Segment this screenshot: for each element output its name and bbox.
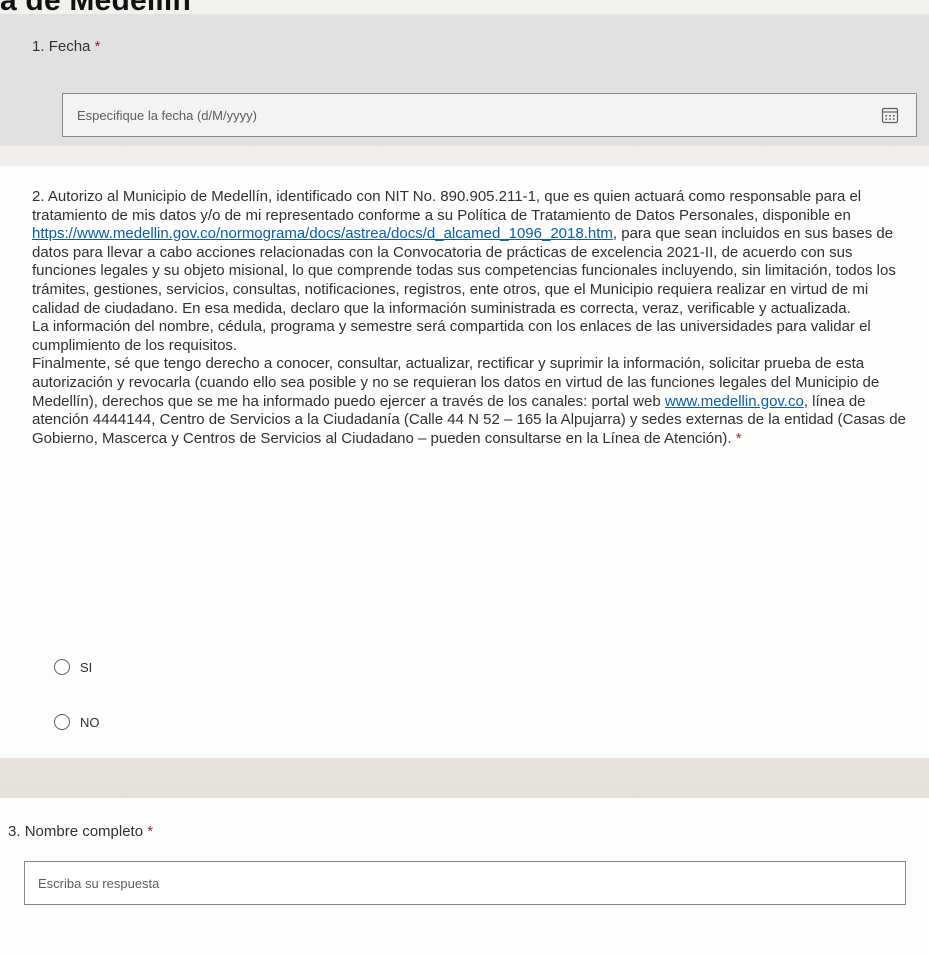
- required-marker: *: [735, 429, 742, 447]
- radio-button[interactable]: [54, 714, 70, 730]
- question-3-card: 3. Nombre completo * Escriba su respuest…: [0, 798, 929, 955]
- question-number: 1.: [32, 38, 45, 55]
- question-1-card: 1. Fecha * Especifique la fecha (d/M/yyy…: [0, 14, 929, 146]
- full-name-placeholder: Escriba su respuesta: [38, 876, 160, 891]
- radio-option-no[interactable]: NO: [54, 714, 100, 730]
- radio-label-si: SI: [80, 659, 93, 675]
- required-marker: *: [94, 38, 101, 55]
- full-name-input[interactable]: Escriba su respuesta: [24, 861, 906, 905]
- calendar-icon[interactable]: [881, 106, 899, 124]
- date-input[interactable]: Especifique la fecha (d/M/yyyy): [62, 93, 917, 137]
- question-1-label: 1. Fecha *: [32, 38, 100, 55]
- question-2-label: 2. Autorizo al Municipio de Medellín, id…: [32, 188, 918, 448]
- date-input-placeholder: Especifique la fecha (d/M/yyyy): [77, 108, 257, 123]
- question-number: 3.: [8, 823, 21, 840]
- policy-link[interactable]: https://www.medellin.gov.co/normograma/d…: [32, 225, 613, 242]
- radio-button[interactable]: [54, 659, 70, 675]
- web-portal-link[interactable]: www.medellin.gov.co: [665, 393, 804, 410]
- consent-paragraph-2: La información del nombre, cédula, progr…: [32, 318, 871, 354]
- consent-paragraph-3: Finalmente, sé que tengo derecho a conoc…: [32, 355, 918, 448]
- required-marker: *: [147, 823, 154, 840]
- radio-option-si[interactable]: SI: [54, 659, 92, 675]
- consent-text-part: Autorizo al Municipio de Medellín, ident…: [32, 188, 862, 224]
- question-3-label: 3. Nombre completo *: [8, 823, 153, 840]
- question-2-card: 2. Autorizo al Municipio de Medellín, id…: [0, 166, 929, 758]
- question-number: 2.: [32, 188, 45, 205]
- question-title: Fecha: [48, 38, 91, 55]
- consent-paragraph-1: 2. Autorizo al Municipio de Medellín, id…: [32, 188, 918, 318]
- radio-label-no: NO: [80, 714, 100, 730]
- question-title: Nombre completo: [24, 823, 144, 840]
